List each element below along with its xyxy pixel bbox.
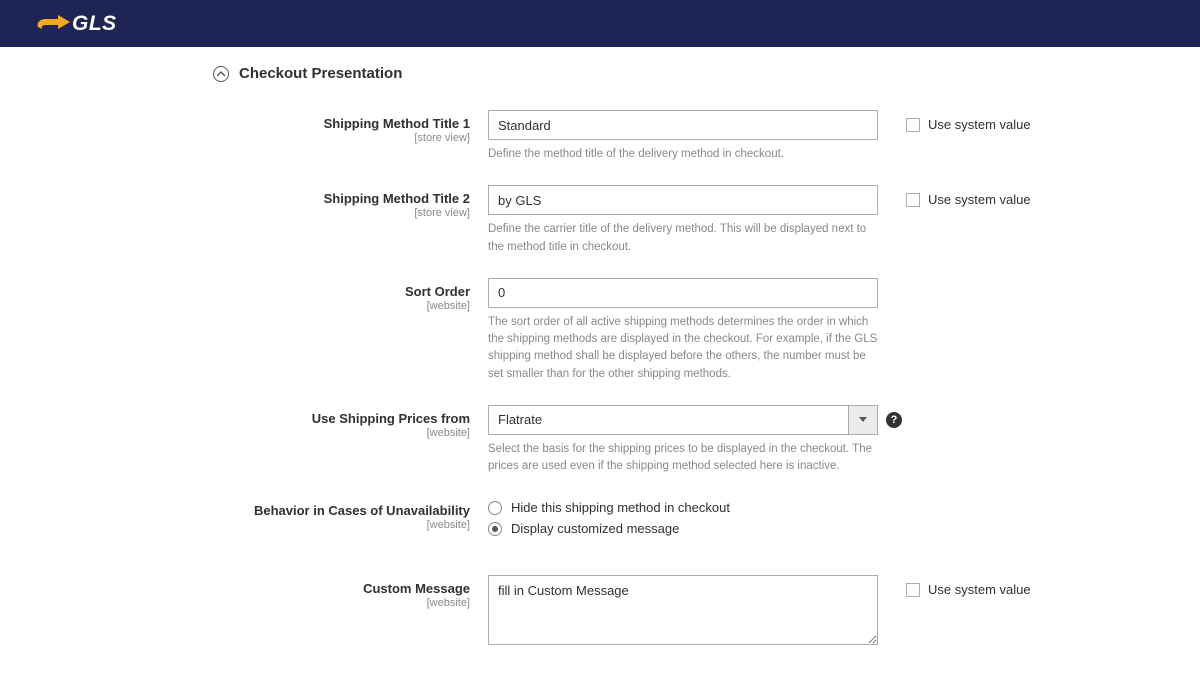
- label-cell: Behavior in Cases of Unavailability [web…: [0, 497, 488, 531]
- use-system-value-checkbox[interactable]: [906, 193, 920, 207]
- form-table: Shipping Method Title 1 [store view] Def…: [0, 110, 1200, 648]
- shipping-method-title-2-input[interactable]: [488, 185, 878, 215]
- use-system-value-label[interactable]: Use system value: [928, 582, 1031, 597]
- section-header[interactable]: Checkout Presentation: [213, 65, 1200, 82]
- row-shipping-method-title-1: Shipping Method Title 1 [store view] Def…: [0, 110, 1200, 181]
- scope-label: [website]: [0, 427, 470, 439]
- custom-message-textarea[interactable]: [488, 575, 878, 645]
- label-cell: Use Shipping Prices from [website]: [0, 405, 488, 439]
- sort-order-input[interactable]: [488, 278, 878, 308]
- field-hint: Define the carrier title of the delivery…: [488, 221, 878, 256]
- row-custom-message: Custom Message [website] Use system valu…: [0, 575, 1200, 648]
- field-label: Shipping Method Title 2: [0, 191, 470, 206]
- radio-hide[interactable]: [488, 501, 502, 515]
- logo-text: GLS: [72, 12, 117, 36]
- logo: GLS: [36, 12, 117, 36]
- use-system-value-checkbox[interactable]: [906, 583, 920, 597]
- gls-arrow-icon: [36, 13, 74, 35]
- scope-label: [website]: [0, 300, 470, 312]
- use-system-value-label[interactable]: Use system value: [928, 117, 1031, 132]
- section-title: Checkout Presentation: [239, 65, 402, 82]
- prices-from-select[interactable]: Flatrate: [488, 405, 878, 435]
- radio-option-hide[interactable]: Hide this shipping method in checkout: [488, 497, 878, 518]
- scope-label: [store view]: [0, 207, 470, 219]
- label-cell: Shipping Method Title 2 [store view]: [0, 185, 488, 219]
- scope-label: [website]: [0, 519, 470, 531]
- select-dropdown-button[interactable]: [848, 405, 878, 435]
- help-icon[interactable]: ?: [886, 412, 902, 428]
- use-system-value-checkbox[interactable]: [906, 118, 920, 132]
- radio-label: Hide this shipping method in checkout: [511, 500, 730, 515]
- radio-label: Display customized message: [511, 521, 679, 536]
- field-label: Shipping Method Title 1: [0, 116, 470, 131]
- scope-label: [website]: [0, 597, 470, 609]
- shipping-method-title-1-input[interactable]: [488, 110, 878, 140]
- field-label: Use Shipping Prices from: [0, 411, 470, 426]
- field-hint: Define the method title of the delivery …: [488, 146, 878, 163]
- row-behavior-unavailability: Behavior in Cases of Unavailability [web…: [0, 497, 1200, 553]
- content-area: Checkout Presentation Shipping Method Ti…: [0, 47, 1200, 692]
- row-use-shipping-prices-from: Use Shipping Prices from [website] Flatr…: [0, 405, 1200, 494]
- collapse-icon[interactable]: [213, 66, 229, 82]
- select-value: Flatrate: [488, 405, 848, 435]
- label-cell: Sort Order [website]: [0, 278, 488, 312]
- field-label: Sort Order: [0, 284, 470, 299]
- use-system-value-label[interactable]: Use system value: [928, 192, 1031, 207]
- field-hint: The sort order of all active shipping me…: [488, 314, 878, 383]
- radio-message[interactable]: [488, 522, 502, 536]
- chevron-down-icon: [859, 417, 867, 423]
- field-label: Behavior in Cases of Unavailability: [0, 503, 470, 518]
- row-sort-order: Sort Order [website] The sort order of a…: [0, 278, 1200, 401]
- label-cell: Custom Message [website]: [0, 575, 488, 609]
- scope-label: [store view]: [0, 132, 470, 144]
- app-header: GLS: [0, 0, 1200, 47]
- field-hint: Select the basis for the shipping prices…: [488, 441, 878, 476]
- radio-option-message[interactable]: Display customized message: [488, 518, 878, 539]
- row-shipping-method-title-2: Shipping Method Title 2 [store view] Def…: [0, 185, 1200, 274]
- label-cell: Shipping Method Title 1 [store view]: [0, 110, 488, 144]
- field-label: Custom Message: [0, 581, 470, 596]
